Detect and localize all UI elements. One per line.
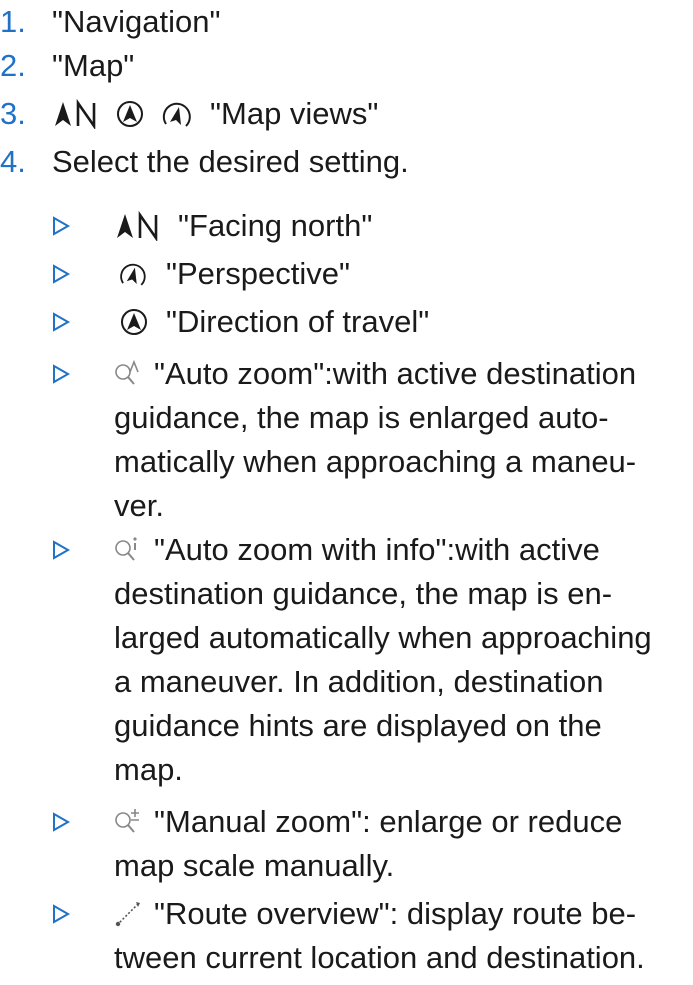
bullet-marker-icon [53, 904, 70, 924]
step-1: 1. "Navigation" [0, 0, 221, 44]
step-number: 3. [0, 96, 26, 131]
direction-of-travel-icon [117, 101, 143, 127]
step-2: 2. "Map" [0, 44, 134, 88]
option-text-line: a maneuver. In addition, destination [114, 664, 604, 699]
option-text: "Manual zoom": enlarge or reduce [154, 804, 623, 839]
bullet-marker-icon [53, 812, 70, 832]
option-text-line: guidance, the map is enlarged auto- [114, 400, 609, 435]
option-text: "Direction of travel" [166, 304, 430, 339]
option-text: "Route overview": display route be- [154, 896, 637, 931]
option-text-line: map scale manually. [114, 848, 395, 883]
auto-zoom-info-icon [115, 537, 137, 561]
list-item-auto-zoom: "Auto zoom":with active destination guid… [52, 352, 693, 528]
list-item-perspective: "Perspective" [52, 252, 693, 296]
route-overview-icon [115, 902, 140, 927]
option-text-line: ver. [114, 488, 164, 523]
option-text-line: matically when approaching a maneu- [114, 444, 637, 479]
step-text: "Navigation" [52, 4, 221, 39]
option-text-line: tween current location and destination. [114, 940, 645, 975]
direction-of-travel-icon [121, 309, 147, 335]
perspective-icon [120, 263, 146, 286]
bullet-marker-icon [53, 216, 70, 236]
option-text-line: destination guidance, the map is en- [114, 576, 613, 611]
list-item-auto-zoom-info: "Auto zoom with info":with active destin… [52, 528, 693, 792]
step-text: Select the desired setting. [52, 144, 409, 179]
option-text: "Perspective" [166, 256, 350, 291]
manual-zoom-icon [115, 809, 139, 833]
option-text-line: guidance hints are displayed on the [114, 708, 602, 743]
step-text: "Map views" [210, 96, 379, 131]
facing-north-icon [117, 211, 158, 241]
option-text: "Auto zoom":with active destination [154, 356, 637, 391]
option-text-line: larged automatically when approaching [114, 620, 652, 655]
step-number: 1. [0, 4, 26, 39]
list-item-route-overview: "Route overview": display route be-tween… [52, 892, 693, 980]
list-item-direction-of-travel: "Direction of travel" [52, 300, 693, 344]
step-text: "Map" [52, 48, 135, 83]
list-item-manual-zoom: "Manual zoom": enlarge or reduce map sca… [52, 800, 693, 888]
step-number: 4. [0, 144, 26, 179]
bullet-marker-icon [53, 540, 70, 560]
step-number: 2. [0, 48, 26, 83]
bullet-marker-icon [53, 364, 70, 384]
bullet-marker-icon [53, 312, 70, 332]
option-text-line: map. [114, 752, 183, 787]
list-item-facing-north: "Facing north" [52, 204, 693, 248]
bullet-marker-icon [53, 264, 70, 284]
step-3: 3. "Map views" [0, 92, 378, 136]
option-text: "Facing north" [178, 208, 373, 243]
perspective-icon [162, 102, 191, 127]
facing-north-icon [55, 99, 96, 129]
step-4: 4. Select the desired setting. [0, 140, 409, 184]
auto-zoom-icon [115, 360, 139, 385]
option-text: "Auto zoom with info":with active [154, 532, 600, 567]
